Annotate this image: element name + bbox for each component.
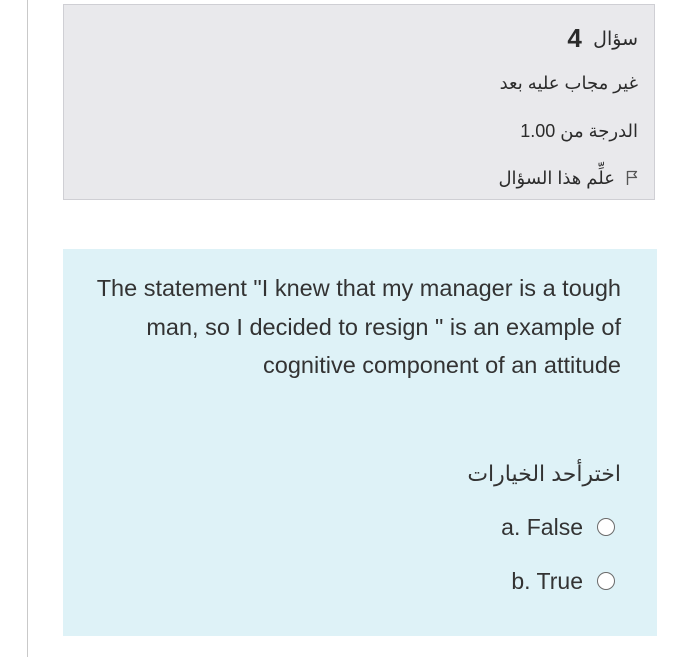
question-text: The statement "I knew that my manager is… xyxy=(96,275,621,378)
option-b[interactable]: b. True xyxy=(511,565,615,597)
flag-question-link[interactable]: علِّم هذا السؤال xyxy=(498,168,638,189)
option-b-radio[interactable] xyxy=(597,572,615,590)
option-a[interactable]: a. False xyxy=(501,511,615,543)
question-number-heading: سؤال 4 xyxy=(567,23,638,54)
answer-status: غير مجاب عليه بعد xyxy=(499,73,638,93)
question-label: سؤال xyxy=(593,29,638,50)
choose-option-prompt: اخترأحد الخيارات xyxy=(467,461,621,486)
option-a-radio[interactable] xyxy=(597,518,615,536)
flag-outline-icon xyxy=(626,170,638,185)
flag-question-label: علِّم هذا السؤال xyxy=(498,168,615,188)
question-info-panel: سؤال 4 غير مجاب عليه بعد الدرجة من 1.00 … xyxy=(63,4,655,200)
option-b-label: b. True xyxy=(511,567,583,594)
question-content-panel: The statement "I knew that my manager is… xyxy=(63,249,657,636)
option-a-label: a. False xyxy=(501,513,583,540)
question-number: 4 xyxy=(567,23,582,53)
page-left-border xyxy=(27,0,28,657)
question-grade: الدرجة من 1.00 xyxy=(520,121,638,141)
